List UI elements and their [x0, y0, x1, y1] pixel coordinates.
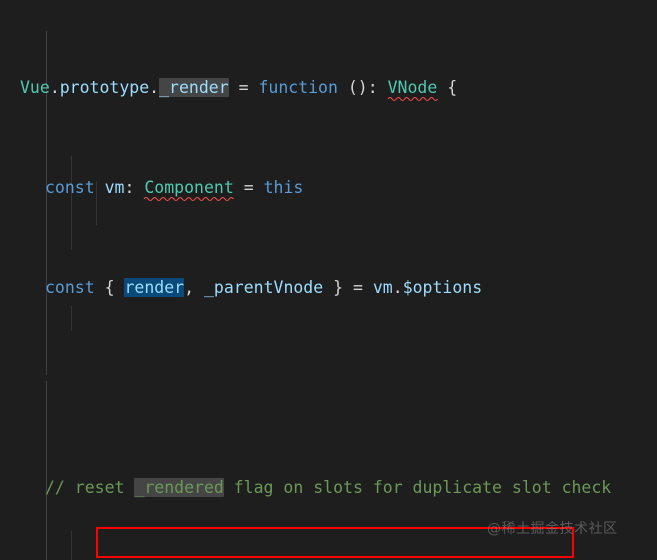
- code-line-blank[interactable]: [0, 375, 657, 400]
- code-editor-viewport[interactable]: Vue.prototype._render = function (): VNo…: [0, 0, 657, 560]
- token-ident: $options: [402, 278, 483, 297]
- token-punc: .: [392, 278, 403, 297]
- token-keyword: const: [45, 178, 95, 197]
- token-punc: .: [149, 78, 160, 97]
- error-squiggle-icon: [143, 196, 235, 202]
- token-punc: ,: [184, 278, 204, 297]
- occurrence-highlight-render[interactable]: _render: [159, 78, 229, 97]
- code-line[interactable]: const { render, _parentVnode } = vm.$opt…: [0, 275, 657, 300]
- occurrence-highlight-render[interactable]: _rendered: [134, 478, 224, 497]
- token-punc: :: [124, 178, 145, 197]
- error-squiggle-icon: [387, 96, 438, 102]
- code-content[interactable]: Vue.prototype._render = function (): VNo…: [0, 0, 657, 560]
- token-op: =: [233, 178, 264, 197]
- token-type: Vue: [20, 78, 50, 97]
- token-ident: vm: [104, 178, 125, 197]
- token-type-component: Component: [143, 178, 235, 202]
- code-line[interactable]: Vue.prototype._render = function (): VNo…: [0, 75, 657, 102]
- token-comment: // reset: [45, 478, 135, 497]
- token-keyword: function: [258, 78, 338, 97]
- token-comment: flag on slots for duplicate slot check: [223, 478, 612, 497]
- token-ident: prototype: [59, 78, 150, 97]
- token-punc: }: [323, 278, 353, 297]
- token-punc: {: [437, 78, 458, 97]
- token-punc: ():: [337, 78, 388, 97]
- token-ident: vm: [372, 278, 393, 297]
- code-line[interactable]: // reset _rendered flag on slots for dup…: [0, 475, 657, 500]
- token-punc: {: [94, 278, 125, 297]
- token-this: this: [263, 178, 304, 197]
- token-keyword: const: [45, 278, 95, 297]
- code-line[interactable]: const vm: Component = this: [0, 175, 657, 202]
- token-punc: [95, 178, 105, 197]
- token-ident: _parentVnode: [203, 278, 324, 297]
- token-op: =: [353, 278, 373, 297]
- token-op: =: [228, 78, 259, 97]
- token-type-vnode: VNode: [387, 78, 438, 102]
- token-punc: .: [49, 78, 60, 97]
- selection-highlight-render[interactable]: render: [124, 278, 185, 297]
